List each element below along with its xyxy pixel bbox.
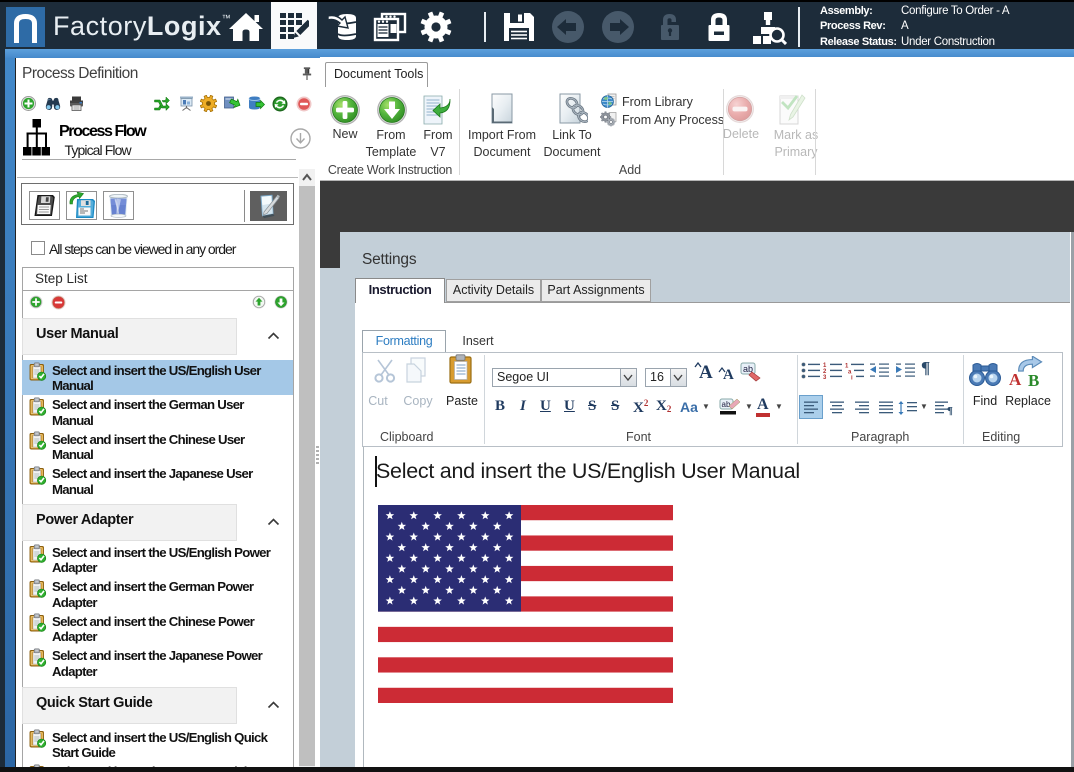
svg-text:i: i: [851, 376, 853, 381]
svg-text:¶: ¶: [947, 405, 953, 417]
svg-text:3: 3: [823, 375, 827, 379]
svg-text:A: A: [1009, 370, 1022, 388]
svg-text:ab: ab: [722, 400, 731, 409]
svg-text:B: B: [1028, 371, 1039, 388]
